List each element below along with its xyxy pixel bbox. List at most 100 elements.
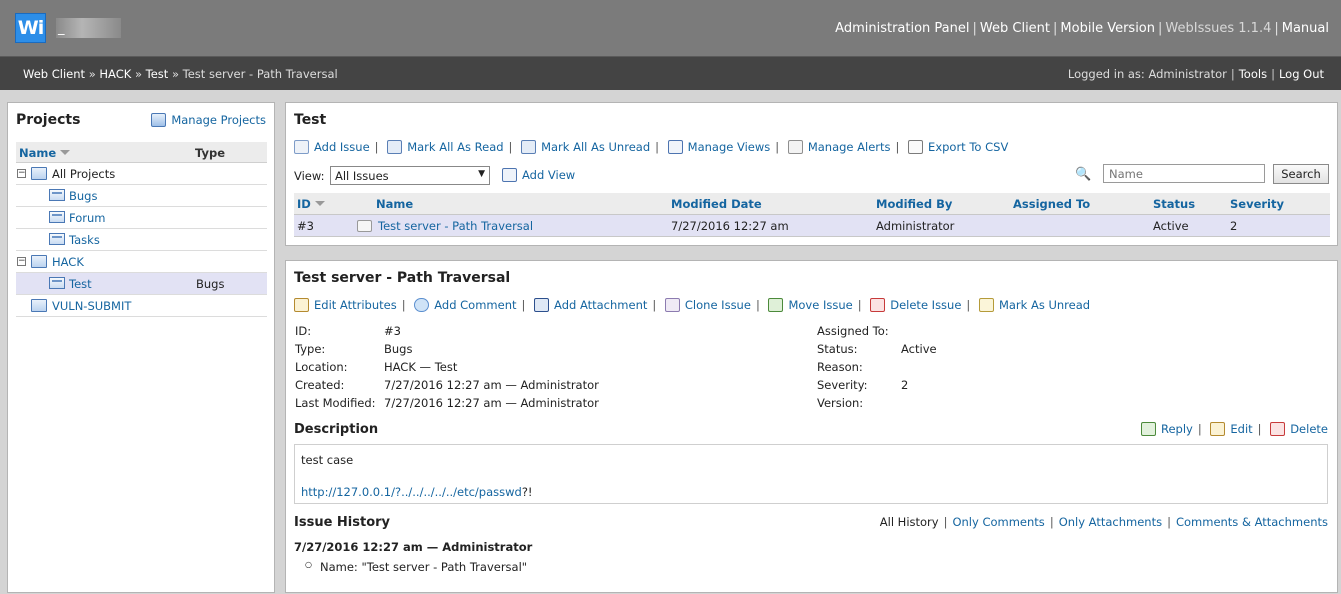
clone-issue-button[interactable]: Clone Issue [664,298,751,312]
admin-panel-link[interactable]: Administration Panel [835,21,969,36]
col-name-header[interactable]: Name [376,197,413,211]
col-name-header[interactable]: Name [19,146,71,160]
manage-alerts-label: Manage Alerts [807,140,891,154]
logout-link[interactable]: Log Out [1279,67,1324,81]
add-comment-button[interactable]: Add Comment [414,298,517,312]
delete-icon [870,298,886,312]
manual-link[interactable]: Manual [1282,21,1329,36]
manage-alerts-button[interactable]: Manage Alerts [787,140,891,154]
web-client-link[interactable]: Web Client [980,21,1050,36]
app-logo[interactable]: Wi [15,13,46,43]
folder-icon [49,189,65,204]
mark-as-unread-button[interactable]: Mark As Unread [978,298,1090,312]
sort-arrow-icon [60,150,71,155]
view-select[interactable]: All Issues [330,166,490,185]
attr-key: Type: [295,342,326,356]
view-label: View: [294,169,325,183]
mark-all-unread-label: Mark All As Unread [541,140,651,154]
filter-only-comments[interactable]: Only Comments [952,515,1044,529]
folder-type: Bugs [196,277,225,291]
folder-icon [49,233,65,248]
filter-all-history: All History [879,515,939,529]
mark-unread-icon [521,140,537,154]
delete-description-button[interactable]: Delete [1270,422,1328,436]
col-modified-date-header[interactable]: Modified Date [671,197,762,211]
col-modified-by-header[interactable]: Modified By [876,197,952,211]
crumb-test[interactable]: Test [146,67,169,81]
project-row-hack[interactable]: − HACK [16,251,267,273]
crumb-current: Test server - Path Traversal [182,67,338,81]
col-id-header[interactable]: ID [297,197,325,211]
alerts-icon [787,140,803,154]
add-issue-button[interactable]: Add Issue [294,140,370,154]
attr-value: Active [901,342,937,356]
export-csv-label: Export To CSV [928,140,1009,154]
cell-name[interactable]: Test server - Path Traversal [378,219,533,233]
folder-label: Bugs [69,189,98,203]
breadcrumb: Web Client » HACK » Test » Test server -… [23,67,338,81]
delete-label: Delete [1290,422,1328,436]
edit-description-button[interactable]: Edit [1210,422,1253,436]
project-row-all[interactable]: − All Projects [16,163,267,185]
top-header: Wi _ Administration Panel | Web Client | Mob… [0,0,1341,56]
edit-icon [294,298,309,312]
mark-all-read-button[interactable]: Mark All As Read [387,140,504,154]
manage-projects-link[interactable]: Manage Projects [151,113,266,127]
delete-issue-button[interactable]: Delete Issue [870,298,961,312]
col-status-header[interactable]: Status [1153,197,1195,211]
delete-icon [1270,422,1286,436]
filter-only-attachments[interactable]: Only Attachments [1059,515,1162,529]
crumb-hack[interactable]: HACK [99,67,131,81]
col-type-header[interactable]: Type [195,146,225,160]
move-issue-button[interactable]: Move Issue [768,298,853,312]
manage-views-button[interactable]: Manage Views [667,140,770,154]
move-icon [768,298,784,312]
cell-status: Active [1153,219,1189,233]
reply-button[interactable]: Reply [1141,422,1193,436]
collapse-icon[interactable]: − [17,257,26,266]
project-row-test[interactable]: Test Bugs [16,273,267,295]
crumb-web-client[interactable]: Web Client [23,67,85,81]
description-actions: Reply | Edit | Delete [1141,422,1328,436]
edit-attributes-button[interactable]: Edit Attributes [294,298,397,312]
site-title: _ [56,18,121,38]
project-icon [31,299,47,315]
project-row-forum[interactable]: Forum [16,207,267,229]
attr-key: Severity: [817,378,868,392]
folder-icon [49,277,65,292]
search-input[interactable] [1103,164,1265,183]
export-csv-button[interactable]: Export To CSV [908,140,1008,154]
cell-modified-date: 7/27/2016 12:27 am [671,219,789,233]
description-link[interactable]: http://127.0.0.1/?../../../../../etc/pas… [301,485,522,499]
search-button[interactable]: Search [1273,164,1329,184]
add-view-button[interactable]: Add View [502,168,575,182]
folder-label: Tasks [69,233,100,247]
add-attachment-label: Add Attachment [554,298,648,312]
user-box: Logged in as: Administrator | Tools | Log Ou… [1067,67,1324,81]
table-row[interactable]: #3 Test server - Path Traversal 7/27/201… [294,215,1330,237]
tools-link[interactable]: Tools [1239,67,1267,81]
mark-all-unread-button[interactable]: Mark All As Unread [521,140,650,154]
crumb-sep: » [134,67,142,81]
list-toolbar: Add Issue | Mark All As Read | Mark All As… [294,140,1008,154]
attr-value: Bugs [384,342,413,356]
project-row-tasks[interactable]: Tasks [16,229,267,251]
mark-read-icon [387,140,403,154]
add-attachment-button[interactable]: Add Attachment [534,298,647,312]
folder-label: Test [69,277,92,291]
attr-key: Location: [295,360,348,374]
col-id-label: ID [297,197,311,211]
crumb-sep: » [88,67,96,81]
filter-comments-attachments[interactable]: Comments & Attachments [1176,515,1328,529]
col-assigned-to-header[interactable]: Assigned To [1013,197,1090,211]
project-row-vuln-submit[interactable]: VULN-SUBMIT [16,295,267,317]
project-row-bugs[interactable]: Bugs [16,185,267,207]
attr-value: 2 [901,378,909,392]
add-issue-icon [294,140,309,154]
mobile-version-link[interactable]: Mobile Version [1060,21,1155,36]
collapse-icon[interactable]: − [17,169,26,178]
projects-root-icon [31,167,47,183]
attr-key: Last Modified: [295,396,376,410]
col-severity-header[interactable]: Severity [1230,197,1284,211]
add-view-label: Add View [522,168,576,182]
